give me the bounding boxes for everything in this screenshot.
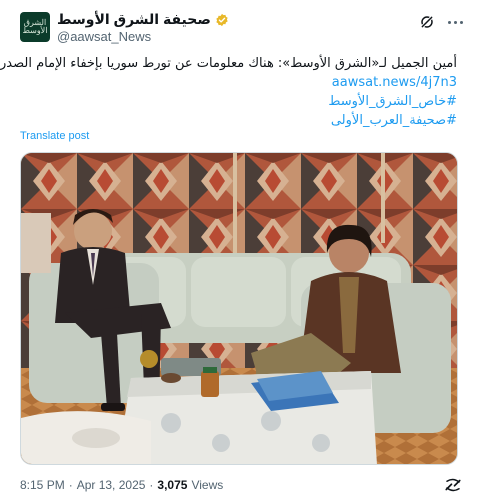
avatar[interactable]: الشرق الأوسط xyxy=(20,12,50,42)
tweet-meta: 8:15 PM · Apr 13, 2025 · 3,075 Views xyxy=(20,478,223,492)
views-count: 3,075 xyxy=(157,478,188,492)
post-date[interactable]: Apr 13, 2025 xyxy=(77,478,146,492)
display-name[interactable]: صحيفة الشرق الأوسط xyxy=(57,11,211,28)
hashtag-link[interactable]: #خاص_الشرق_الأوسط xyxy=(20,92,457,111)
tweet-text: أمين الجميل لـ«الشرق الأوسط»: هناك معلوم… xyxy=(0,54,457,130)
grok-icon[interactable] xyxy=(419,14,435,30)
x-logo-icon[interactable] xyxy=(444,478,462,492)
name-row: صحيفة الشرق الأوسط xyxy=(57,11,229,28)
tweet-link[interactable]: aawsat.news/4j7n3 xyxy=(20,73,457,92)
photo-illustration xyxy=(21,153,457,464)
more-options-icon[interactable] xyxy=(445,13,465,31)
handle[interactable]: @aawsat_News xyxy=(57,29,151,44)
post-time[interactable]: 8:15 PM xyxy=(20,478,65,492)
avatar-logo-text: الشرق الأوسط xyxy=(22,18,48,35)
verified-badge-icon[interactable] xyxy=(215,13,229,27)
tweet-card: الشرق الأوسط صحيفة الشرق الأوسط @aawsat_… xyxy=(0,0,483,500)
tweet-photo[interactable] xyxy=(20,152,458,465)
meta-separator: · xyxy=(149,478,154,492)
translate-post-link[interactable]: Translate post xyxy=(20,130,89,142)
hashtag-link[interactable]: #صحيفة_العرب_الأولى xyxy=(20,111,457,130)
views-label: Views xyxy=(191,478,224,492)
meta-separator: · xyxy=(68,478,73,492)
tweet-text-line: أمين الجميل لـ«الشرق الأوسط»: هناك معلوم… xyxy=(0,56,457,71)
